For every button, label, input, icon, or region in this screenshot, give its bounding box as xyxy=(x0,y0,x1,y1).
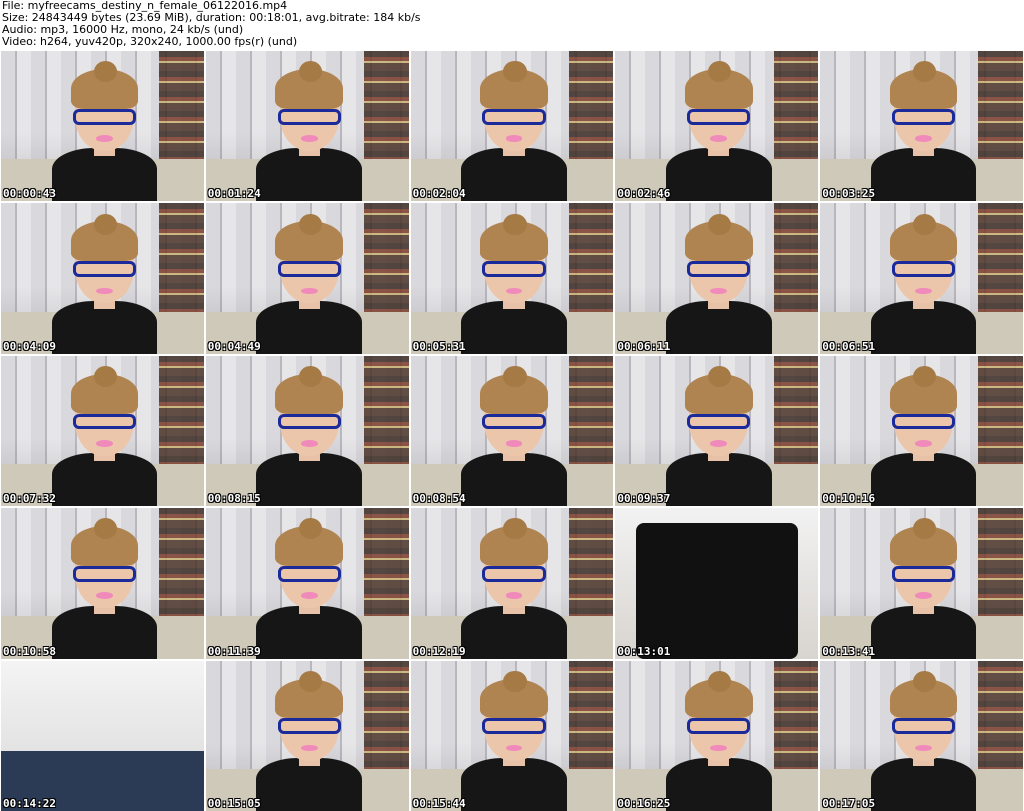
video-info: Video: h264, yuv420p, 320x240, 1000.00 f… xyxy=(2,35,298,48)
thumbnail: 00:09:37 xyxy=(615,355,819,507)
thumbnail: 00:04:09 xyxy=(1,203,204,354)
thumbnail: 00:13:41 xyxy=(820,508,1023,659)
thumbnail: 00:11:39 xyxy=(205,508,409,659)
thumbnail-timestamp: 00:05:31 xyxy=(412,339,466,353)
thumbnail: 00:16:25 xyxy=(615,660,819,811)
thumbnail-timestamp: 00:11:39 xyxy=(207,644,261,658)
thumbnail: 00:02:46 xyxy=(615,51,819,202)
thumbnail-timestamp: 00:04:09 xyxy=(3,339,56,353)
thumbnail-timestamp: 00:01:24 xyxy=(207,187,261,201)
thumbnail: 00:08:15 xyxy=(205,355,409,507)
thumbnail-timestamp: 00:03:25 xyxy=(822,187,876,201)
thumbnail-timestamp: 00:13:01 xyxy=(617,644,671,658)
thumbnail: 00:15:05 xyxy=(205,660,409,811)
thumbnail: 00:07:32 xyxy=(1,355,204,507)
thumbnail-timestamp: 00:10:58 xyxy=(3,644,56,658)
thumbnail-timestamp: 00:15:05 xyxy=(207,796,261,810)
thumbnail-timestamp: 00:06:11 xyxy=(617,339,671,353)
thumbnail-grid: 00:00:43 00:01:24 00:02:04 00:02:46 00:0… xyxy=(0,51,1024,811)
thumbnail-timestamp: 00:08:54 xyxy=(412,492,466,506)
thumbnail-timestamp: 00:12:19 xyxy=(412,644,466,658)
thumbnail: 00:06:11 xyxy=(615,203,819,354)
thumbnail-timestamp: 00:14:22 xyxy=(3,796,56,810)
thumbnail: 00:00:43 xyxy=(1,51,204,202)
thumbnail: 00:17:05 xyxy=(820,660,1023,811)
thumbnail-timestamp: 00:16:25 xyxy=(617,796,671,810)
file-info-header: File: myfreecams_destiny_n_female_061220… xyxy=(2,0,421,48)
thumbnail: 00:02:04 xyxy=(410,51,614,202)
thumbnail: 00:15:44 xyxy=(410,660,614,811)
thumbnail: 00:08:54 xyxy=(410,355,614,507)
thumbnail-timestamp: 00:00:43 xyxy=(3,187,56,201)
thumbnail-timestamp: 00:09:37 xyxy=(617,492,671,506)
thumbnail-timestamp: 00:07:32 xyxy=(3,492,56,506)
thumbnail: 00:04:49 xyxy=(205,203,409,354)
thumbnail-timestamp: 00:13:41 xyxy=(822,644,876,658)
thumbnail: 00:14:22 xyxy=(1,660,204,811)
thumbnail: 00:01:24 xyxy=(205,51,409,202)
thumbnail: 00:05:31 xyxy=(410,203,614,354)
thumbnail-timestamp: 00:04:49 xyxy=(207,339,261,353)
thumbnail-timestamp: 00:15:44 xyxy=(412,796,466,810)
thumbnail: 00:10:58 xyxy=(1,508,204,659)
thumbnail-timestamp: 00:08:15 xyxy=(207,492,261,506)
thumbnail: 00:06:51 xyxy=(820,203,1023,354)
thumbnail: 00:10:16 xyxy=(820,355,1023,507)
thumbnail: 00:12:19 xyxy=(410,508,614,659)
thumbnail-timestamp: 00:02:46 xyxy=(617,187,671,201)
thumbnail-timestamp: 00:17:05 xyxy=(822,796,876,810)
thumbnail: 00:13:01 xyxy=(615,508,819,659)
thumbnail-timestamp: 00:02:04 xyxy=(412,187,466,201)
thumbnail-timestamp: 00:06:51 xyxy=(822,339,876,353)
thumbnail: 00:03:25 xyxy=(820,51,1023,202)
thumbnail-timestamp: 00:10:16 xyxy=(822,492,876,506)
